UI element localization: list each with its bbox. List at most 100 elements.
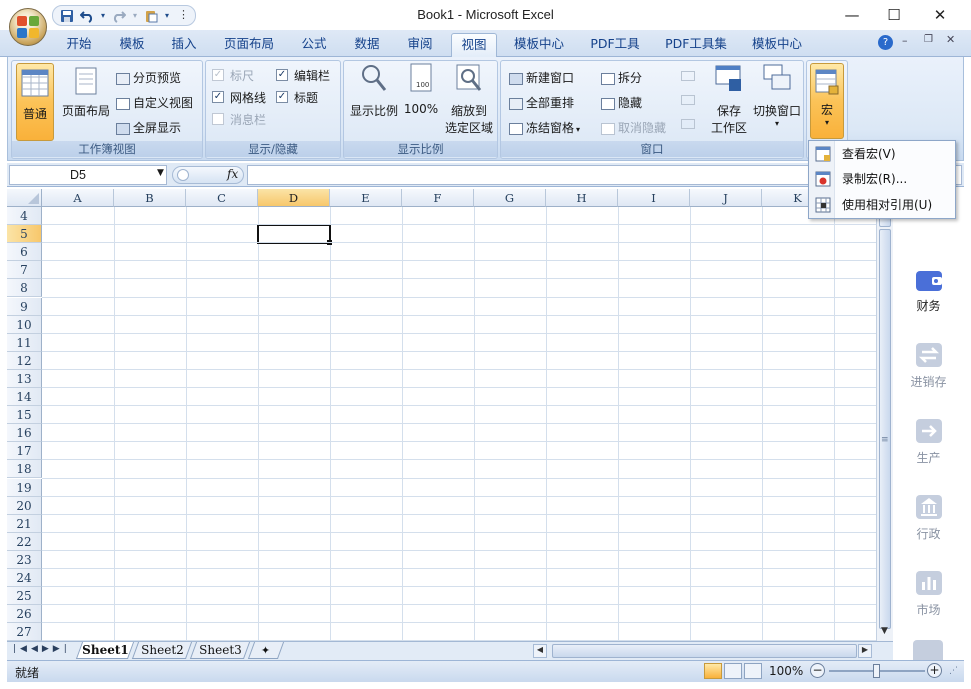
tab-insert[interactable]: 插入 [164, 33, 204, 57]
tab-formulas[interactable]: 公式 [294, 33, 334, 57]
column-header[interactable]: I [618, 189, 690, 207]
tab-template-center-2[interactable]: 模板中心 [746, 33, 808, 57]
select-all-corner[interactable] [7, 189, 42, 207]
freeze-panes-button[interactable]: 冻结窗格 ▾ [509, 119, 580, 136]
row-header[interactable]: 20 [7, 496, 42, 515]
row-header[interactable]: 9 [7, 297, 42, 316]
vertical-scrollbar[interactable]: ≡ ▼ [876, 189, 893, 641]
save-workspace-button[interactable]: 保存 工作区 [707, 63, 751, 141]
sheet-tab[interactable]: Sheet2 [131, 642, 193, 659]
column-header[interactable]: F [402, 189, 474, 207]
tab-pdf-toolset[interactable]: PDF工具集 [661, 33, 731, 57]
column-header-selected[interactable]: D [258, 189, 330, 207]
ribbon-minimize-icon[interactable]: – [902, 34, 908, 47]
zoom-button[interactable]: 显示比例 [348, 63, 400, 123]
row-header[interactable]: 27 [7, 623, 42, 641]
new-window-button[interactable]: 新建窗口 [509, 69, 574, 86]
scroll-left-icon[interactable]: ◀ [533, 644, 547, 658]
row-header[interactable]: 10 [7, 315, 42, 334]
zoom-level[interactable]: 100% [769, 664, 803, 678]
tab-pdf-tools[interactable]: PDF工具 [586, 33, 644, 57]
column-header[interactable]: C [186, 189, 258, 207]
normal-view-status-icon[interactable] [704, 663, 722, 679]
row-header[interactable]: 16 [7, 424, 42, 443]
macros-button[interactable]: 宏 ▾ [810, 63, 844, 139]
row-header-selected[interactable]: 5 [7, 225, 42, 244]
sheet-tab-active[interactable]: Sheet1 [75, 642, 135, 659]
tab-template[interactable]: 模板 [112, 33, 152, 57]
zoom-out-icon[interactable]: − [810, 663, 825, 678]
row-header[interactable]: 15 [7, 406, 42, 425]
arrange-all-button[interactable]: 全部重排 [509, 94, 574, 111]
menu-item-relative-refs[interactable]: 使用相对引用(U) [809, 193, 955, 217]
side-item-market[interactable]: 市场 [893, 569, 964, 618]
help-icon[interactable]: ? [878, 35, 893, 50]
office-button[interactable] [9, 8, 47, 46]
row-header[interactable]: 11 [7, 333, 42, 352]
row-header[interactable]: 6 [7, 243, 42, 262]
circle-handle-icon[interactable] [177, 169, 189, 181]
side-item-admin[interactable]: 行政 [893, 493, 964, 542]
menu-item-record-macro[interactable]: 录制宏(R)... [809, 167, 955, 191]
column-header[interactable]: G [474, 189, 546, 207]
hide-button[interactable]: 隐藏 [601, 94, 642, 111]
close-button[interactable]: ✕ [924, 3, 956, 27]
row-header[interactable]: 17 [7, 442, 42, 461]
page-break-status-icon[interactable] [744, 663, 762, 679]
tab-page-layout[interactable]: 页面布局 [220, 33, 278, 57]
row-header[interactable]: 14 [7, 388, 42, 407]
row-header[interactable]: 18 [7, 460, 42, 479]
name-box[interactable]: D5 [9, 165, 167, 185]
unhide-button[interactable]: 取消隐藏 [601, 119, 666, 136]
zoom-slider-thumb[interactable] [873, 664, 880, 678]
headings-checkbox[interactable]: ✓ [276, 91, 288, 103]
zoom-in-icon[interactable]: + [927, 663, 942, 678]
column-header[interactable]: E [330, 189, 402, 207]
insert-sheet-tab[interactable]: ✦ [247, 642, 285, 659]
row-header[interactable]: 19 [7, 478, 42, 497]
resize-grip-icon[interactable]: ⋰ [949, 666, 958, 676]
ruler-checkbox[interactable]: ✓ [212, 69, 224, 81]
page-break-preview-button[interactable]: 分页预览 [116, 69, 181, 86]
row-header[interactable]: 25 [7, 587, 42, 606]
column-header[interactable]: J [690, 189, 762, 207]
column-header[interactable]: H [546, 189, 618, 207]
tab-data[interactable]: 数据 [347, 33, 387, 57]
zoom-to-selection-button[interactable]: 缩放到 选定区域 [442, 63, 496, 141]
sheet-tab[interactable]: Sheet3 [189, 642, 251, 659]
column-header[interactable]: B [114, 189, 186, 207]
column-header[interactable]: A [42, 189, 114, 207]
row-header[interactable]: 21 [7, 514, 42, 533]
side-item-finance[interactable]: 财务 [893, 265, 964, 314]
gridlines-checkbox[interactable]: ✓ [212, 91, 224, 103]
maximize-button[interactable]: ☐ [878, 3, 910, 27]
page-layout-view-button[interactable]: 页面布局 [60, 65, 112, 125]
scroll-right-icon[interactable]: ▶ [858, 644, 872, 658]
normal-view-button[interactable]: 普通 [16, 63, 54, 141]
minimize-button[interactable]: — [836, 3, 868, 27]
side-item-inventory[interactable]: 进销存 [893, 341, 964, 390]
sync-scroll-icon[interactable] [681, 95, 695, 105]
tab-home[interactable]: 开始 [58, 33, 100, 57]
row-header[interactable]: 13 [7, 369, 42, 388]
row-header[interactable]: 24 [7, 569, 42, 588]
reset-position-icon[interactable] [681, 119, 695, 129]
split-button[interactable]: 拆分 [601, 69, 642, 86]
page-layout-status-icon[interactable] [724, 663, 742, 679]
custom-views-button[interactable]: 自定义视图 [116, 94, 193, 111]
row-header[interactable]: 23 [7, 550, 42, 569]
row-header[interactable]: 7 [7, 261, 42, 280]
active-cell-D5[interactable] [257, 224, 331, 244]
ribbon-close-icon[interactable]: ✕ [946, 33, 955, 46]
message-bar-checkbox[interactable] [212, 113, 224, 125]
tab-review[interactable]: 审阅 [400, 33, 440, 57]
view-side-by-side-icon[interactable] [681, 71, 695, 81]
horizontal-scroll-thumb[interactable] [552, 644, 857, 658]
chevron-down-icon[interactable]: ▼ [157, 168, 164, 178]
full-screen-button[interactable]: 全屏显示 [116, 119, 181, 136]
row-header[interactable]: 12 [7, 351, 42, 370]
ribbon-restore-icon[interactable]: ❐ [924, 34, 933, 45]
worksheet-grid[interactable]: A B C D E F G H I J K 4 5 6 7 8 9 10 11 12 13 14 15… [7, 189, 876, 641]
sheet-nav-icons[interactable]: |◀◀▶▶| [13, 644, 71, 654]
fx-icon[interactable]: fx [227, 167, 238, 181]
